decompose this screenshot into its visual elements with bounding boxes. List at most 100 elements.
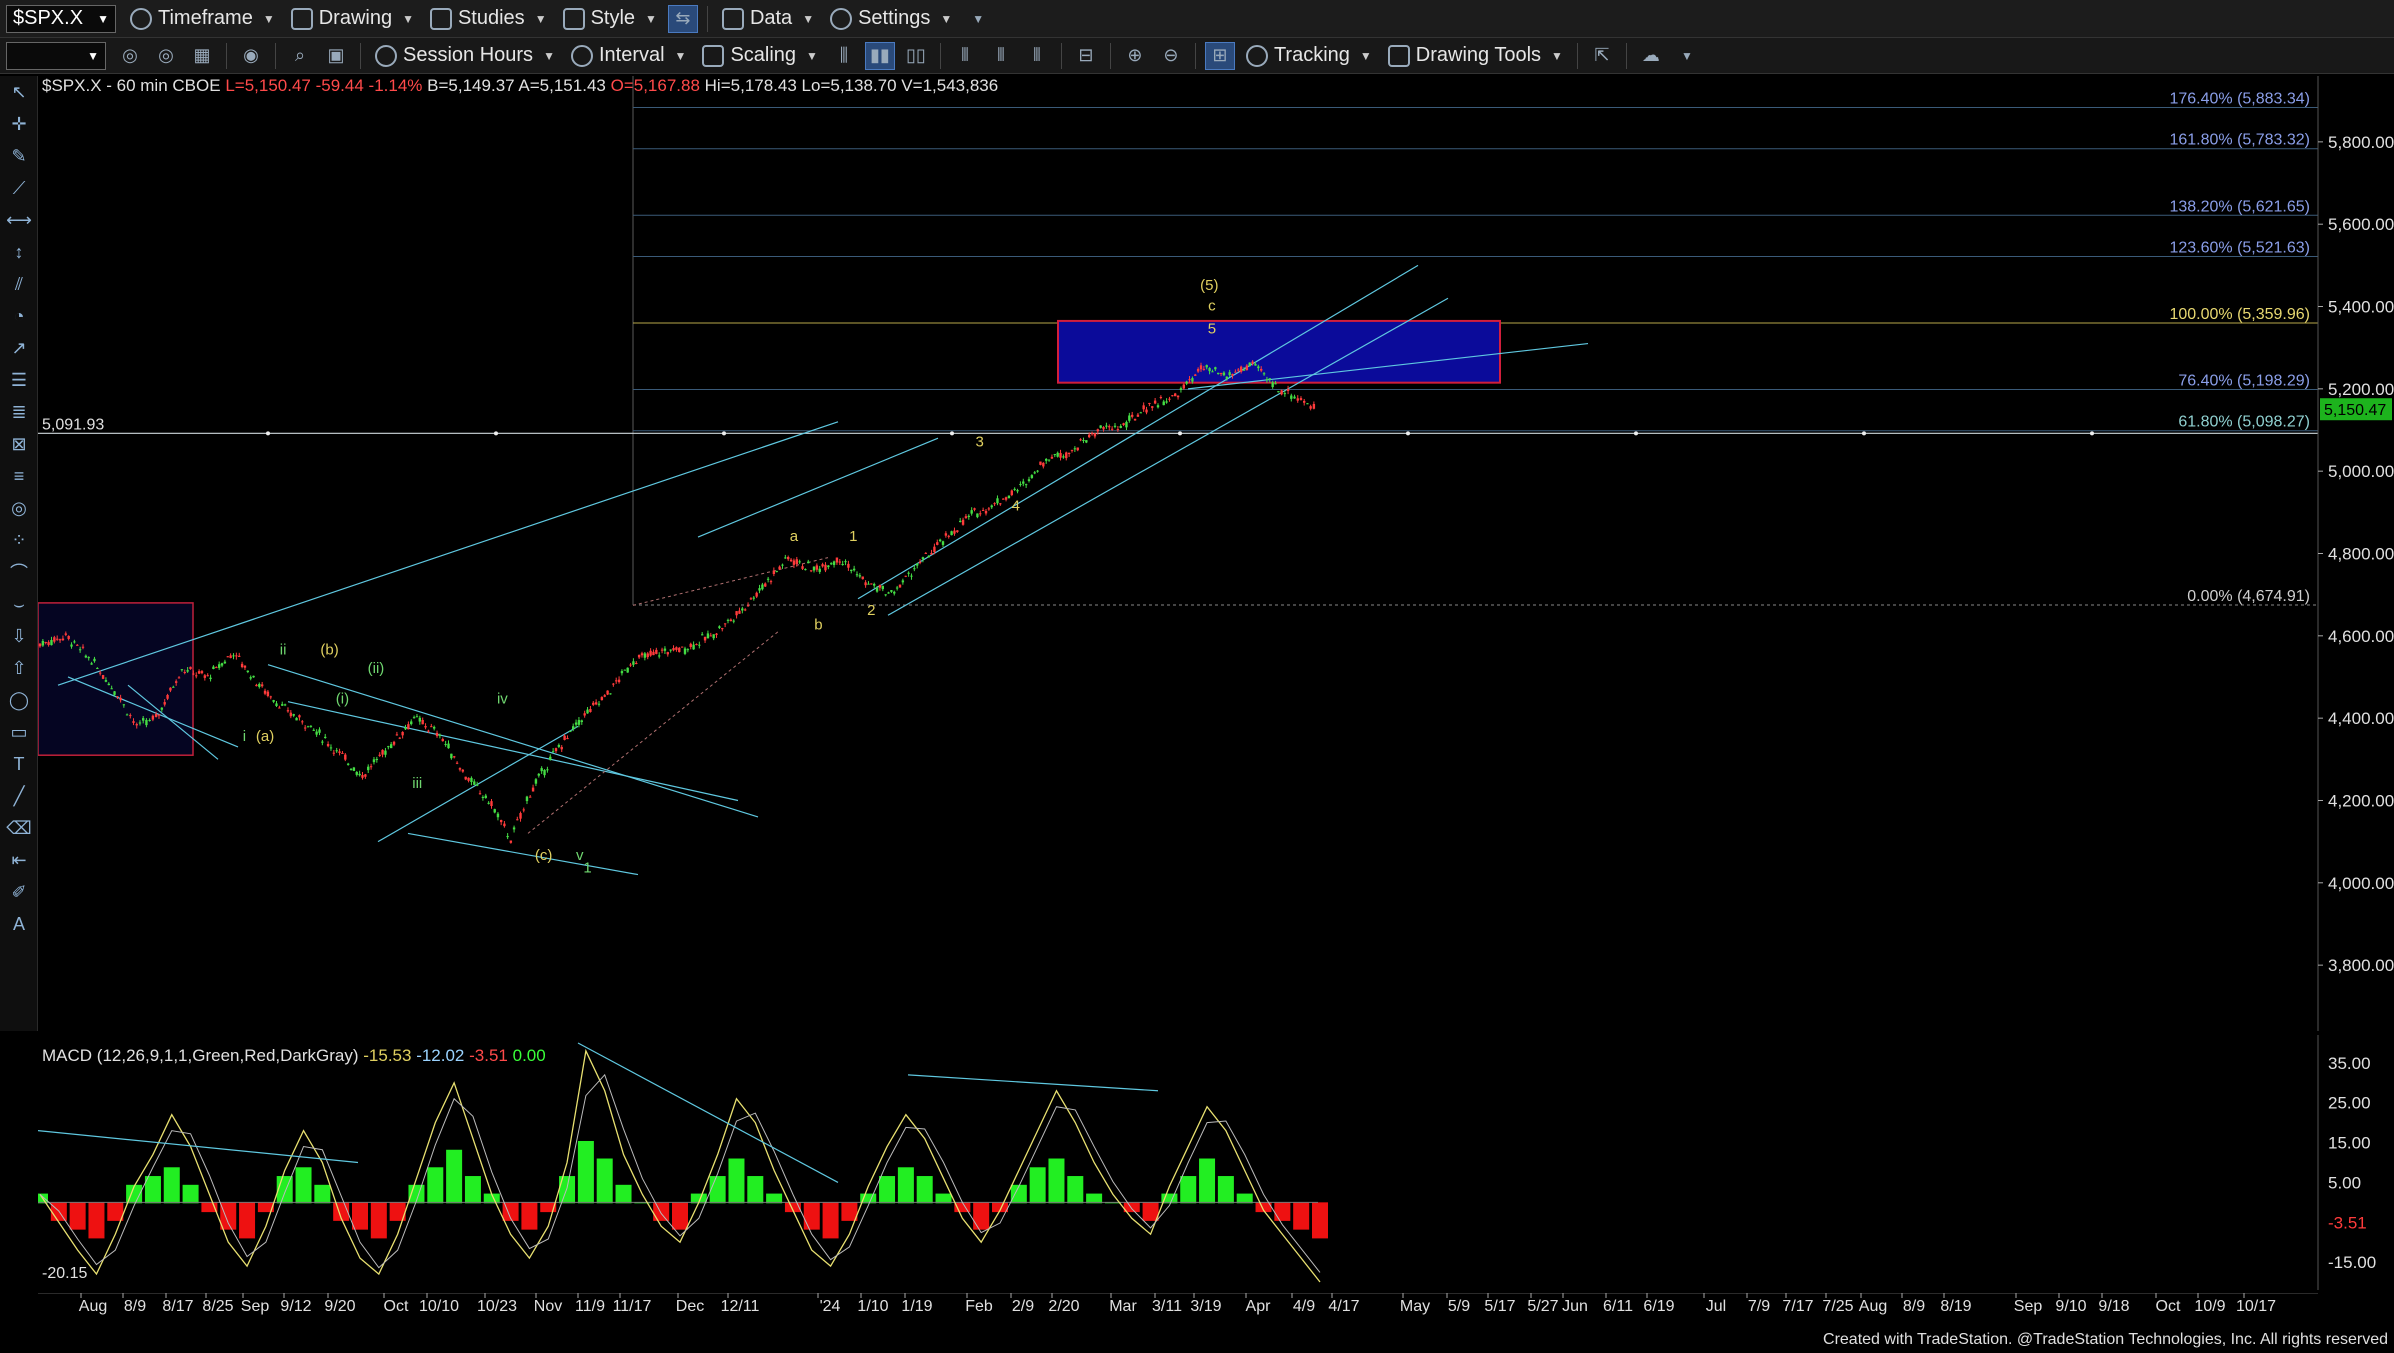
bar-style-icon[interactable]: ⫼: [829, 42, 859, 70]
more-options-icon[interactable]: ▼: [1672, 42, 1702, 70]
pointer-icon[interactable]: ↖: [0, 76, 38, 108]
cycle-icon[interactable]: ◔: [0, 300, 38, 332]
line-tool-icon[interactable]: ╱: [0, 780, 38, 812]
timeframe-label: Timeframe: [158, 7, 253, 29]
candle-body: [312, 729, 315, 731]
ellipse-icon[interactable]: ◯: [0, 684, 38, 716]
style-menu[interactable]: Style ▼: [555, 4, 665, 34]
price-tick-label: 4,800.00: [2328, 545, 2394, 564]
candle-style-icon[interactable]: ▮▮: [864, 41, 895, 70]
link-chart-icon[interactable]: ⇆: [667, 4, 698, 33]
fib-extension-icon[interactable]: ≣: [0, 396, 38, 428]
grid-icon[interactable]: ⊞: [1204, 41, 1235, 70]
expand-bars-icon[interactable]: ⦀: [986, 42, 1016, 70]
chat-icon[interactable]: ☁: [1636, 42, 1666, 70]
macd-hist-bar: [747, 1176, 764, 1204]
arrow-up-icon[interactable]: ⇧: [0, 652, 38, 684]
layout-icon[interactable]: ⊟: [1071, 42, 1101, 70]
time-tick-label: 7/17: [1782, 1298, 1813, 1315]
pen-icon[interactable]: ✎: [0, 140, 38, 172]
scroll-end-icon[interactable]: ⫴: [1022, 42, 1052, 70]
toolbar-divider: [226, 42, 227, 69]
candle-body: [1082, 439, 1085, 441]
chevron-down-icon: ▼: [262, 11, 275, 26]
interval-selector[interactable]: ▼: [6, 41, 106, 70]
macd-hist-bar: [822, 1202, 839, 1239]
candle-body: [600, 697, 604, 701]
fib-icon[interactable]: ☰: [0, 364, 38, 396]
candle-body: [1312, 403, 1316, 409]
export-icon[interactable]: ⇱: [1587, 42, 1617, 70]
zoom-out-icon[interactable]: ⊖: [1156, 42, 1186, 70]
time-tick-label: 8/9: [1903, 1298, 1925, 1315]
candle-body: [209, 677, 212, 680]
curve-icon[interactable]: ⌣: [0, 588, 38, 620]
shrink-bars-icon[interactable]: ⦀: [950, 42, 980, 70]
eraser-icon[interactable]: ⌫: [0, 812, 38, 844]
zoom-in-icon[interactable]: ⊕: [1120, 42, 1150, 70]
studies-menu[interactable]: Studies ▼: [422, 4, 555, 34]
candle-body: [1168, 398, 1171, 400]
arrow-down-icon[interactable]: ⇩: [0, 620, 38, 652]
search-chart-icon[interactable]: ⌕: [285, 42, 315, 70]
candle-body: [841, 563, 844, 565]
brush-icon[interactable]: ✐: [0, 876, 38, 908]
trendline-icon[interactable]: ⟋: [0, 172, 38, 204]
horizontal-line-icon[interactable]: ⟷: [0, 204, 38, 236]
time-tick-label: Sep: [241, 1298, 270, 1315]
measure-icon[interactable]: ⇤: [0, 844, 38, 876]
target-icon[interactable]: ◉: [236, 42, 266, 70]
macd-trendline-0: [38, 1130, 359, 1164]
price-chart[interactable]: 176.40% (5,883.34) 161.80% (5,783.32) 138.…: [38, 76, 2394, 1031]
macd-hist-bar: [144, 1176, 161, 1204]
candle-body: [898, 584, 902, 588]
dots-icon[interactable]: ⁘: [0, 524, 38, 556]
interval-menu[interactable]: Interval ▼: [563, 41, 694, 71]
circle-sync-icon[interactable]: ◎: [151, 42, 181, 70]
candle-body: [387, 746, 390, 748]
calendar-icon[interactable]: ▦: [187, 42, 217, 70]
line-handle: [1406, 431, 1410, 436]
candle-body: [1076, 447, 1079, 451]
drawing-menu[interactable]: Drawing ▼: [283, 4, 422, 34]
time-tick-label: 9/18: [2098, 1298, 2129, 1315]
candle-body: [1142, 405, 1145, 410]
text-label-icon[interactable]: A: [0, 908, 38, 940]
tracking-menu[interactable]: Tracking ▼: [1238, 41, 1380, 71]
candle-body: [160, 707, 164, 710]
wave-label-16: iii: [412, 775, 422, 792]
candle-body: [1088, 434, 1091, 438]
candle-body: [830, 563, 833, 565]
more-options-icon[interactable]: ▼: [963, 5, 993, 33]
macd-hist-bar: [464, 1176, 481, 1204]
price-tick-label: 5,200.00: [2328, 380, 2394, 399]
candle-body: [96, 668, 99, 670]
time-tick-label: 8/9: [124, 1298, 146, 1315]
macd-axis[interactable]: 35.00 25.00 15.00 5.00 -3.51 -15.00: [2317, 1035, 2376, 1290]
candle-body: [490, 801, 493, 807]
macd-chart[interactable]: -20.15 35.00 25.00 15.00 5.00 -3.51 -15.00: [38, 1035, 2394, 1290]
rectangle-icon[interactable]: ▭: [0, 716, 38, 748]
data-menu[interactable]: Data ▼: [714, 4, 822, 34]
settings-menu[interactable]: Settings ▼: [822, 4, 960, 34]
session-hours-menu[interactable]: Session Hours ▼: [367, 41, 563, 71]
text-icon[interactable]: T: [0, 748, 38, 780]
spiral-icon[interactable]: ◎: [0, 492, 38, 524]
channel-icon[interactable]: ⫽: [0, 268, 38, 300]
toolbar-divider: [360, 42, 361, 69]
circle-refresh-icon[interactable]: ◎: [115, 42, 145, 70]
drawing-tools-menu[interactable]: Drawing Tools ▼: [1380, 41, 1571, 71]
snapshot-icon[interactable]: ▣: [321, 42, 351, 70]
vertical-line-icon[interactable]: ↕: [0, 236, 38, 268]
gann-icon[interactable]: ⊠: [0, 428, 38, 460]
ray-icon[interactable]: ↗: [0, 332, 38, 364]
arc-icon[interactable]: ⌒: [0, 556, 38, 588]
timeframe-menu[interactable]: Timeframe ▼: [122, 4, 283, 34]
line-style-icon[interactable]: ▯▯: [901, 42, 931, 70]
speed-lines-icon[interactable]: ≡: [0, 460, 38, 492]
time-axis[interactable]: Aug 8/9 8/17 8/25 Sep 9/12 9/20 Oct 10/10 10/23 No…: [38, 1293, 2394, 1317]
crosshair-icon[interactable]: ✛: [0, 108, 38, 140]
symbol-selector[interactable]: $SPX.X ▼: [6, 4, 116, 33]
scaling-menu[interactable]: Scaling ▼: [694, 41, 826, 71]
price-axis[interactable]: 3,800.00 4,000.00 4,200.00 4,400.00 4,600.00…: [2317, 76, 2394, 1031]
